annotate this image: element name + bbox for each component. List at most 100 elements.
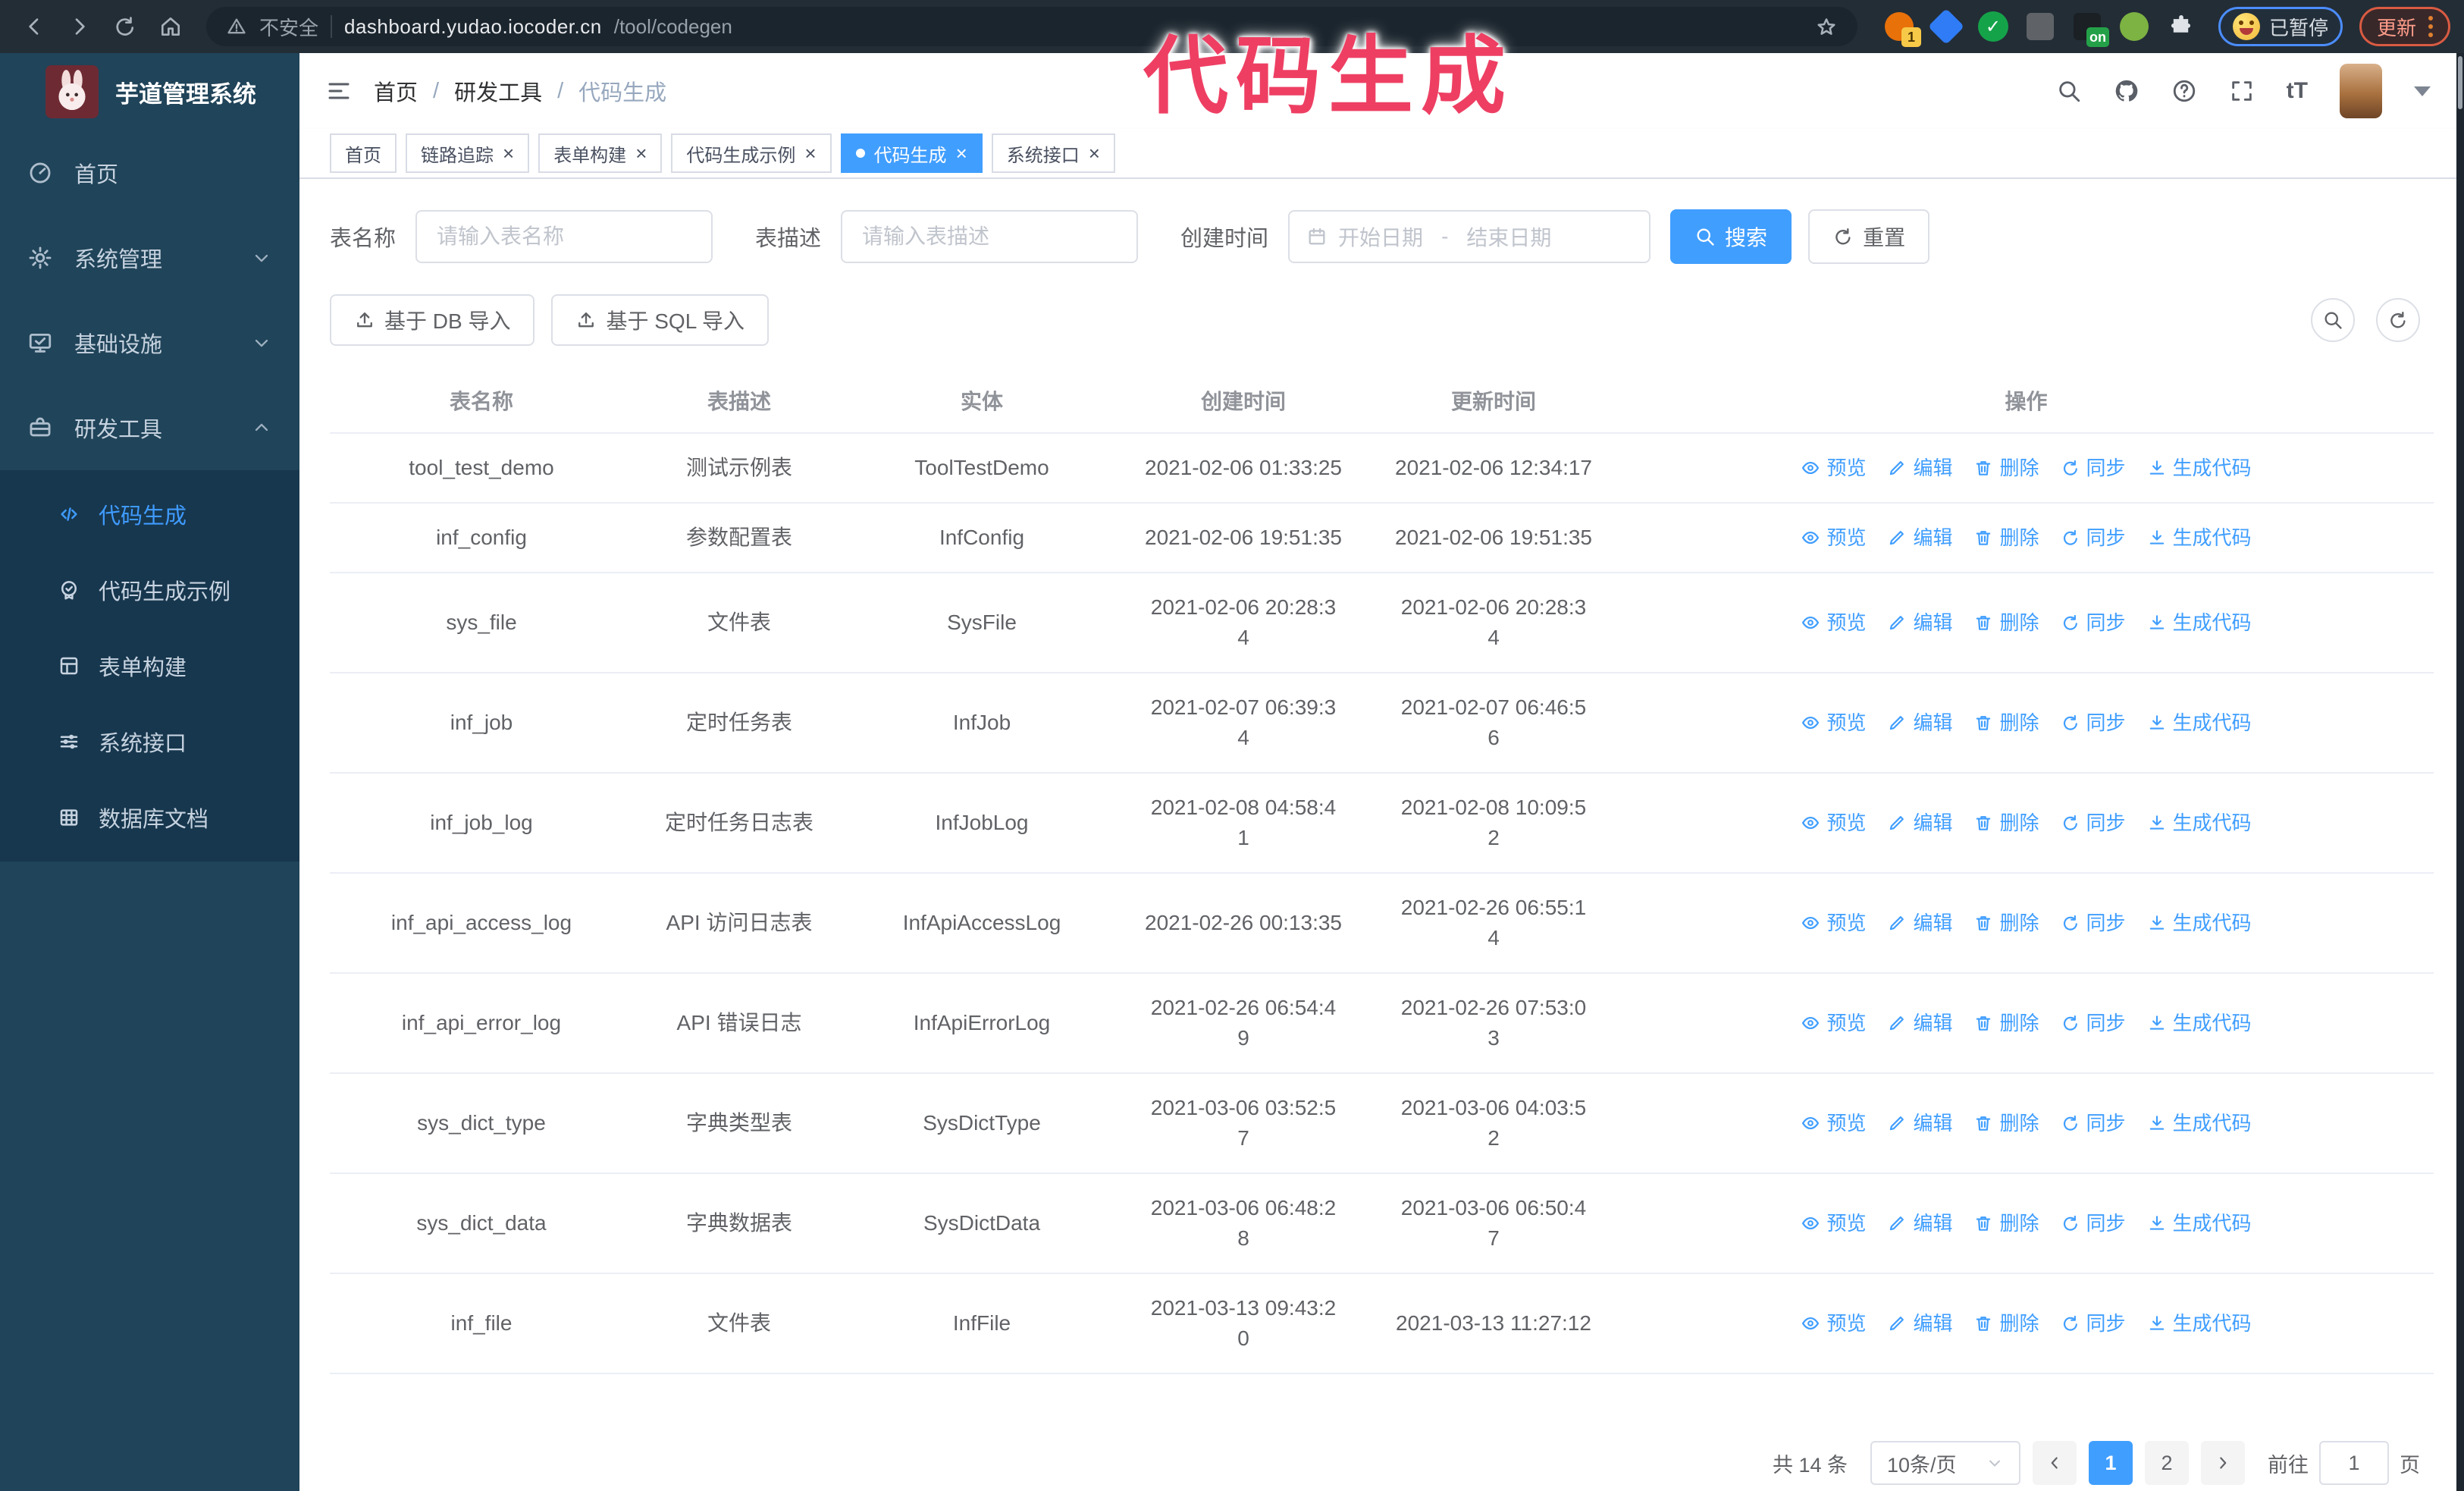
extension-icon-2[interactable] xyxy=(1927,8,1965,46)
window-scrollbar[interactable] xyxy=(2456,53,2464,1491)
date-range-picker[interactable]: 开始日期 - 结束日期 xyxy=(1288,210,1651,263)
action-trash[interactable]: 删除 xyxy=(1973,808,2039,838)
action-sync[interactable]: 同步 xyxy=(2061,1108,2126,1138)
refresh-table-button[interactable] xyxy=(2376,298,2420,342)
action-edit[interactable]: 编辑 xyxy=(1887,1308,1952,1339)
action-download[interactable]: 生成代码 xyxy=(2147,1308,2252,1339)
action-trash[interactable]: 删除 xyxy=(1973,1008,2039,1038)
breadcrumb-devtools[interactable]: 研发工具 xyxy=(454,75,542,107)
prev-page-button[interactable] xyxy=(2033,1441,2077,1485)
page-size-select[interactable]: 10条/页 xyxy=(1870,1441,2020,1485)
fullscreen-icon[interactable] xyxy=(2229,78,2255,104)
action-trash[interactable]: 删除 xyxy=(1973,453,2039,483)
extensions-puzzle-icon[interactable] xyxy=(2165,11,2197,42)
action-trash[interactable]: 删除 xyxy=(1973,1208,2039,1238)
avatar-caret-down-icon[interactable] xyxy=(2414,86,2431,96)
action-download[interactable]: 生成代码 xyxy=(2147,453,2252,483)
action-trash[interactable]: 删除 xyxy=(1973,1308,2039,1339)
sidebar-logo-row[interactable]: 芋道管理系统 xyxy=(0,53,299,130)
action-trash[interactable]: 删除 xyxy=(1973,607,2039,638)
sidebar-subitem-system-api[interactable]: 系统接口 xyxy=(0,704,299,780)
action-sync[interactable]: 同步 xyxy=(2061,607,2126,638)
table-name-input[interactable] xyxy=(415,210,713,263)
page-button-2[interactable]: 2 xyxy=(2145,1441,2189,1485)
tab-system-api[interactable]: 系统接口 × xyxy=(991,133,1115,173)
kebab-menu-icon[interactable] xyxy=(2428,16,2433,37)
action-download[interactable]: 生成代码 xyxy=(2147,708,2252,738)
close-icon[interactable]: × xyxy=(956,143,967,163)
action-download[interactable]: 生成代码 xyxy=(2147,808,2252,838)
action-download[interactable]: 生成代码 xyxy=(2147,523,2252,553)
action-trash[interactable]: 删除 xyxy=(1973,908,2039,938)
action-eye[interactable]: 预览 xyxy=(1801,908,1866,938)
extension-icon-5[interactable]: on xyxy=(2071,11,2109,47)
extension-icon-6[interactable] xyxy=(2118,11,2150,42)
sidebar-subitem-codegen-demo[interactable]: 代码生成示例 xyxy=(0,552,299,628)
hamburger-icon[interactable] xyxy=(322,74,356,108)
bookmark-star-icon[interactable] xyxy=(1815,14,1838,39)
extension-icon-3[interactable]: ✓ xyxy=(1977,11,2009,42)
action-eye[interactable]: 预览 xyxy=(1801,523,1866,553)
action-trash[interactable]: 删除 xyxy=(1973,523,2039,553)
action-sync[interactable]: 同步 xyxy=(2061,808,2126,838)
help-icon[interactable] xyxy=(2171,78,2197,104)
close-icon[interactable]: × xyxy=(635,143,647,163)
sidebar-subitem-codegen[interactable]: 代码生成 xyxy=(0,476,299,552)
action-edit[interactable]: 编辑 xyxy=(1887,808,1952,838)
action-edit[interactable]: 编辑 xyxy=(1887,453,1952,483)
action-sync[interactable]: 同步 xyxy=(2061,708,2126,738)
action-edit[interactable]: 编辑 xyxy=(1887,708,1952,738)
browser-reload-button[interactable] xyxy=(105,6,146,47)
scrollbar-thumb[interactable] xyxy=(2458,56,2462,109)
action-sync[interactable]: 同步 xyxy=(2061,1208,2126,1238)
action-trash[interactable]: 删除 xyxy=(1973,708,2039,738)
action-sync[interactable]: 同步 xyxy=(2061,1008,2126,1038)
action-eye[interactable]: 预览 xyxy=(1801,808,1866,838)
import-sql-button[interactable]: 基于 SQL 导入 xyxy=(551,294,770,346)
search-button[interactable]: 搜索 xyxy=(1670,209,1792,264)
browser-home-button[interactable] xyxy=(150,6,191,47)
action-edit[interactable]: 编辑 xyxy=(1887,1008,1952,1038)
action-sync[interactable]: 同步 xyxy=(2061,453,2126,483)
tab-codegen-demo[interactable]: 代码生成示例 × xyxy=(671,133,832,173)
browser-update-button[interactable]: 更新 xyxy=(2359,7,2450,46)
action-edit[interactable]: 编辑 xyxy=(1887,523,1952,553)
table-desc-input[interactable] xyxy=(841,210,1139,263)
action-edit[interactable]: 编辑 xyxy=(1887,908,1952,938)
action-edit[interactable]: 编辑 xyxy=(1887,1208,1952,1238)
action-eye[interactable]: 预览 xyxy=(1801,1008,1866,1038)
close-icon[interactable]: × xyxy=(804,143,816,163)
action-eye[interactable]: 预览 xyxy=(1801,1208,1866,1238)
tab-codegen[interactable]: 代码生成 × xyxy=(840,133,983,173)
goto-page-input[interactable] xyxy=(2319,1441,2389,1485)
extension-icon-1[interactable]: 1 xyxy=(1883,11,1921,47)
action-sync[interactable]: 同步 xyxy=(2061,908,2126,938)
address-bar[interactable]: 不安全 dashboard.yudao.iocoder.cn /tool/cod… xyxy=(206,7,1857,46)
action-download[interactable]: 生成代码 xyxy=(2147,1208,2252,1238)
breadcrumb-home[interactable]: 首页 xyxy=(374,75,418,107)
reset-button[interactable]: 重置 xyxy=(1808,209,1930,264)
sidebar-subitem-form-build[interactable]: 表单构建 xyxy=(0,628,299,704)
toggle-search-button[interactable] xyxy=(2311,298,2355,342)
action-download[interactable]: 生成代码 xyxy=(2147,908,2252,938)
tab-trace[interactable]: 链路追踪 × xyxy=(406,133,530,173)
import-db-button[interactable]: 基于 DB 导入 xyxy=(330,294,535,346)
sidebar-item-home[interactable]: 首页 xyxy=(0,130,299,215)
action-sync[interactable]: 同步 xyxy=(2061,1308,2126,1339)
action-download[interactable]: 生成代码 xyxy=(2147,1008,2252,1038)
tab-paused-pill[interactable]: 已暂停 xyxy=(2218,7,2343,46)
page-button-1[interactable]: 1 xyxy=(2089,1441,2133,1485)
sidebar-item-infra[interactable]: 基础设施 xyxy=(0,300,299,385)
action-download[interactable]: 生成代码 xyxy=(2147,607,2252,638)
action-eye[interactable]: 预览 xyxy=(1801,607,1866,638)
action-edit[interactable]: 编辑 xyxy=(1887,1108,1952,1138)
browser-forward-button[interactable] xyxy=(59,6,100,47)
tab-form-build[interactable]: 表单构建 × xyxy=(538,133,663,173)
action-trash[interactable]: 删除 xyxy=(1973,1108,2039,1138)
action-download[interactable]: 生成代码 xyxy=(2147,1108,2252,1138)
font-size-icon[interactable]: tT xyxy=(2287,78,2308,104)
user-avatar[interactable] xyxy=(2340,64,2382,118)
action-edit[interactable]: 编辑 xyxy=(1887,607,1952,638)
header-search-icon[interactable] xyxy=(2056,78,2082,104)
sidebar-subitem-db-doc[interactable]: 数据库文档 xyxy=(0,780,299,855)
